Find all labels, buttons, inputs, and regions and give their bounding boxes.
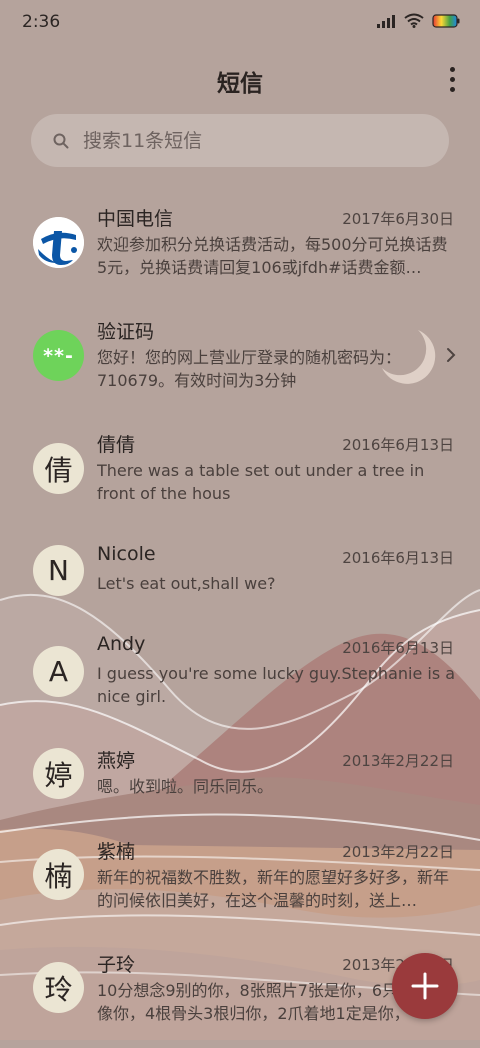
- conversation-item[interactable]: 倩 倩倩 2016年6月13日 There was a table set ou…: [0, 416, 480, 526]
- contact-avatar: A: [33, 646, 84, 697]
- conversation-date: 2017年6月30日: [342, 210, 454, 228]
- conversation-name: Nicole: [97, 543, 156, 565]
- conversation-item[interactable]: **- 验证码 您好！您的网上营业厅登录的随机密码为：710679。有效时间为3…: [0, 303, 480, 413]
- telecom-logo-avatar: [33, 217, 84, 268]
- conversation-name: 燕婷: [97, 750, 136, 772]
- wifi-icon: [404, 13, 424, 28]
- conversation-date: 2016年6月13日: [342, 639, 454, 657]
- conversation-preview: 新年的祝福数不胜数，新年的愿望好多好多，新年的问候依旧美好，在这个温馨的时刻，送…: [97, 868, 450, 910]
- conversation-preview: Let's eat out,shall we?: [97, 574, 276, 593]
- telecom-logo-icon: [33, 217, 84, 268]
- new-message-button[interactable]: [392, 953, 458, 1019]
- conversation-name: 中国电信: [97, 208, 174, 230]
- conversation-preview: 嗯。收到啦。同乐同乐。: [97, 777, 274, 796]
- conversation-preview: I guess you're some lucky guy.Stephanie …: [97, 664, 456, 706]
- conversation-date: 2013年2月22日: [342, 843, 454, 861]
- signal-icon: [377, 14, 395, 28]
- more-options-icon[interactable]: [446, 64, 458, 94]
- status-bar: 2:36: [0, 0, 480, 44]
- page-title: 短信: [217, 71, 263, 97]
- conversation-name: 子玲: [97, 954, 136, 976]
- plus-icon: [411, 972, 439, 1000]
- verification-code-avatar: **-: [33, 330, 84, 381]
- conversation-item[interactable]: A Andy 2016年6月13日 I guess you're some lu…: [0, 619, 480, 729]
- chevron-right-icon[interactable]: [444, 345, 458, 365]
- contact-avatar: 玲: [33, 962, 84, 1013]
- conversation-item[interactable]: 中国电信 2017年6月30日 欢迎参加积分兑换话费活动，每500分可兑换话费5…: [0, 190, 480, 300]
- conversation-preview: 您好！您的网上营业厅登录的随机密码为：710679。有效时间为3分钟: [97, 348, 402, 390]
- contact-avatar: 楠: [33, 849, 84, 900]
- conversation-preview: There was a table set out under a tree i…: [97, 461, 425, 503]
- search-input[interactable]: [81, 128, 405, 153]
- app-bar: 短信: [0, 56, 480, 102]
- conversation-date: 2016年6月13日: [342, 549, 454, 567]
- contact-avatar: 婷: [33, 748, 84, 799]
- contact-avatar: N: [33, 545, 84, 596]
- conversation-date: 2013年2月22日: [342, 752, 454, 770]
- search-bar[interactable]: [31, 114, 449, 167]
- conversation-preview: 欢迎参加积分兑换话费活动，每500分可兑换话费5元，兑换话费请回复106或jfd…: [97, 235, 448, 277]
- conversation-date: 2016年6月13日: [342, 436, 454, 454]
- conversation-name: 验证码: [97, 321, 155, 343]
- conversation-item[interactable]: 楠 紫楠 2013年2月22日 新年的祝福数不胜数，新年的愿望好多好多，新年的问…: [0, 825, 480, 935]
- search-icon: [53, 133, 69, 148]
- status-time: 2:36: [22, 12, 61, 32]
- conversation-name: 倩倩: [97, 434, 136, 456]
- battery-icon: [432, 13, 460, 28]
- conversation-name: Andy: [97, 633, 146, 655]
- conversation-name: 紫楠: [97, 841, 136, 863]
- contact-avatar: 倩: [33, 443, 84, 494]
